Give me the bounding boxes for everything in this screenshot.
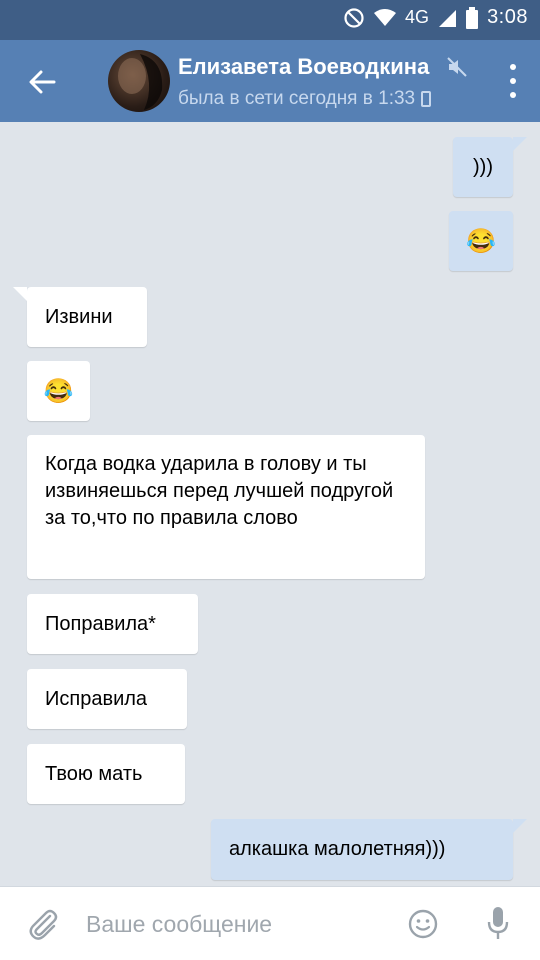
wifi-icon: [374, 8, 397, 26]
no-disturb-icon: [344, 7, 364, 28]
message-bubble-in[interactable]: 😂: [27, 361, 90, 421]
message-input[interactable]: [86, 903, 386, 945]
battery-icon: [466, 6, 479, 29]
message-bubble-in[interactable]: Поправила*: [27, 594, 198, 654]
message-bubble-in[interactable]: Исправила: [27, 669, 187, 729]
last-seen-status: была в сети сегодня в 1:33: [178, 88, 432, 110]
message-list[interactable]: ))) 😂 Извини 😂 Когда водка ударила в гол…: [0, 122, 540, 886]
avatar[interactable]: [108, 50, 170, 112]
message-bubble-in[interactable]: Когда водка ударила в голову и ты извиня…: [27, 435, 425, 579]
back-arrow-icon: [29, 70, 56, 94]
phone-icon: [421, 91, 432, 107]
back-button[interactable]: [18, 58, 66, 106]
status-time: 3:08: [487, 6, 528, 28]
more-menu-button[interactable]: [508, 64, 518, 98]
message-bubble-out[interactable]: ))): [453, 137, 527, 197]
network-type: 4G: [405, 7, 430, 27]
chat-header: Елизавета Воеводкина была в сети сегодня…: [0, 40, 540, 122]
contact-name[interactable]: Елизавета Воеводкина: [178, 54, 429, 80]
message-bubble-out[interactable]: 😂: [449, 211, 513, 271]
message-bubble-in[interactable]: Твою мать: [27, 744, 185, 804]
mic-icon[interactable]: [486, 905, 510, 941]
mute-icon: [447, 57, 467, 77]
more-vertical-icon: [510, 64, 516, 70]
smile-icon[interactable]: [408, 909, 438, 939]
message-composer: [0, 886, 540, 960]
attach-icon[interactable]: [26, 907, 60, 941]
status-bar: 4G 3:08: [0, 0, 540, 40]
last-seen-text: была в сети сегодня в 1:33: [178, 88, 416, 109]
signal-icon: [439, 9, 457, 27]
message-bubble-in[interactable]: Извини: [13, 287, 147, 347]
message-bubble-out[interactable]: алкашка малолетняя))): [211, 819, 527, 880]
